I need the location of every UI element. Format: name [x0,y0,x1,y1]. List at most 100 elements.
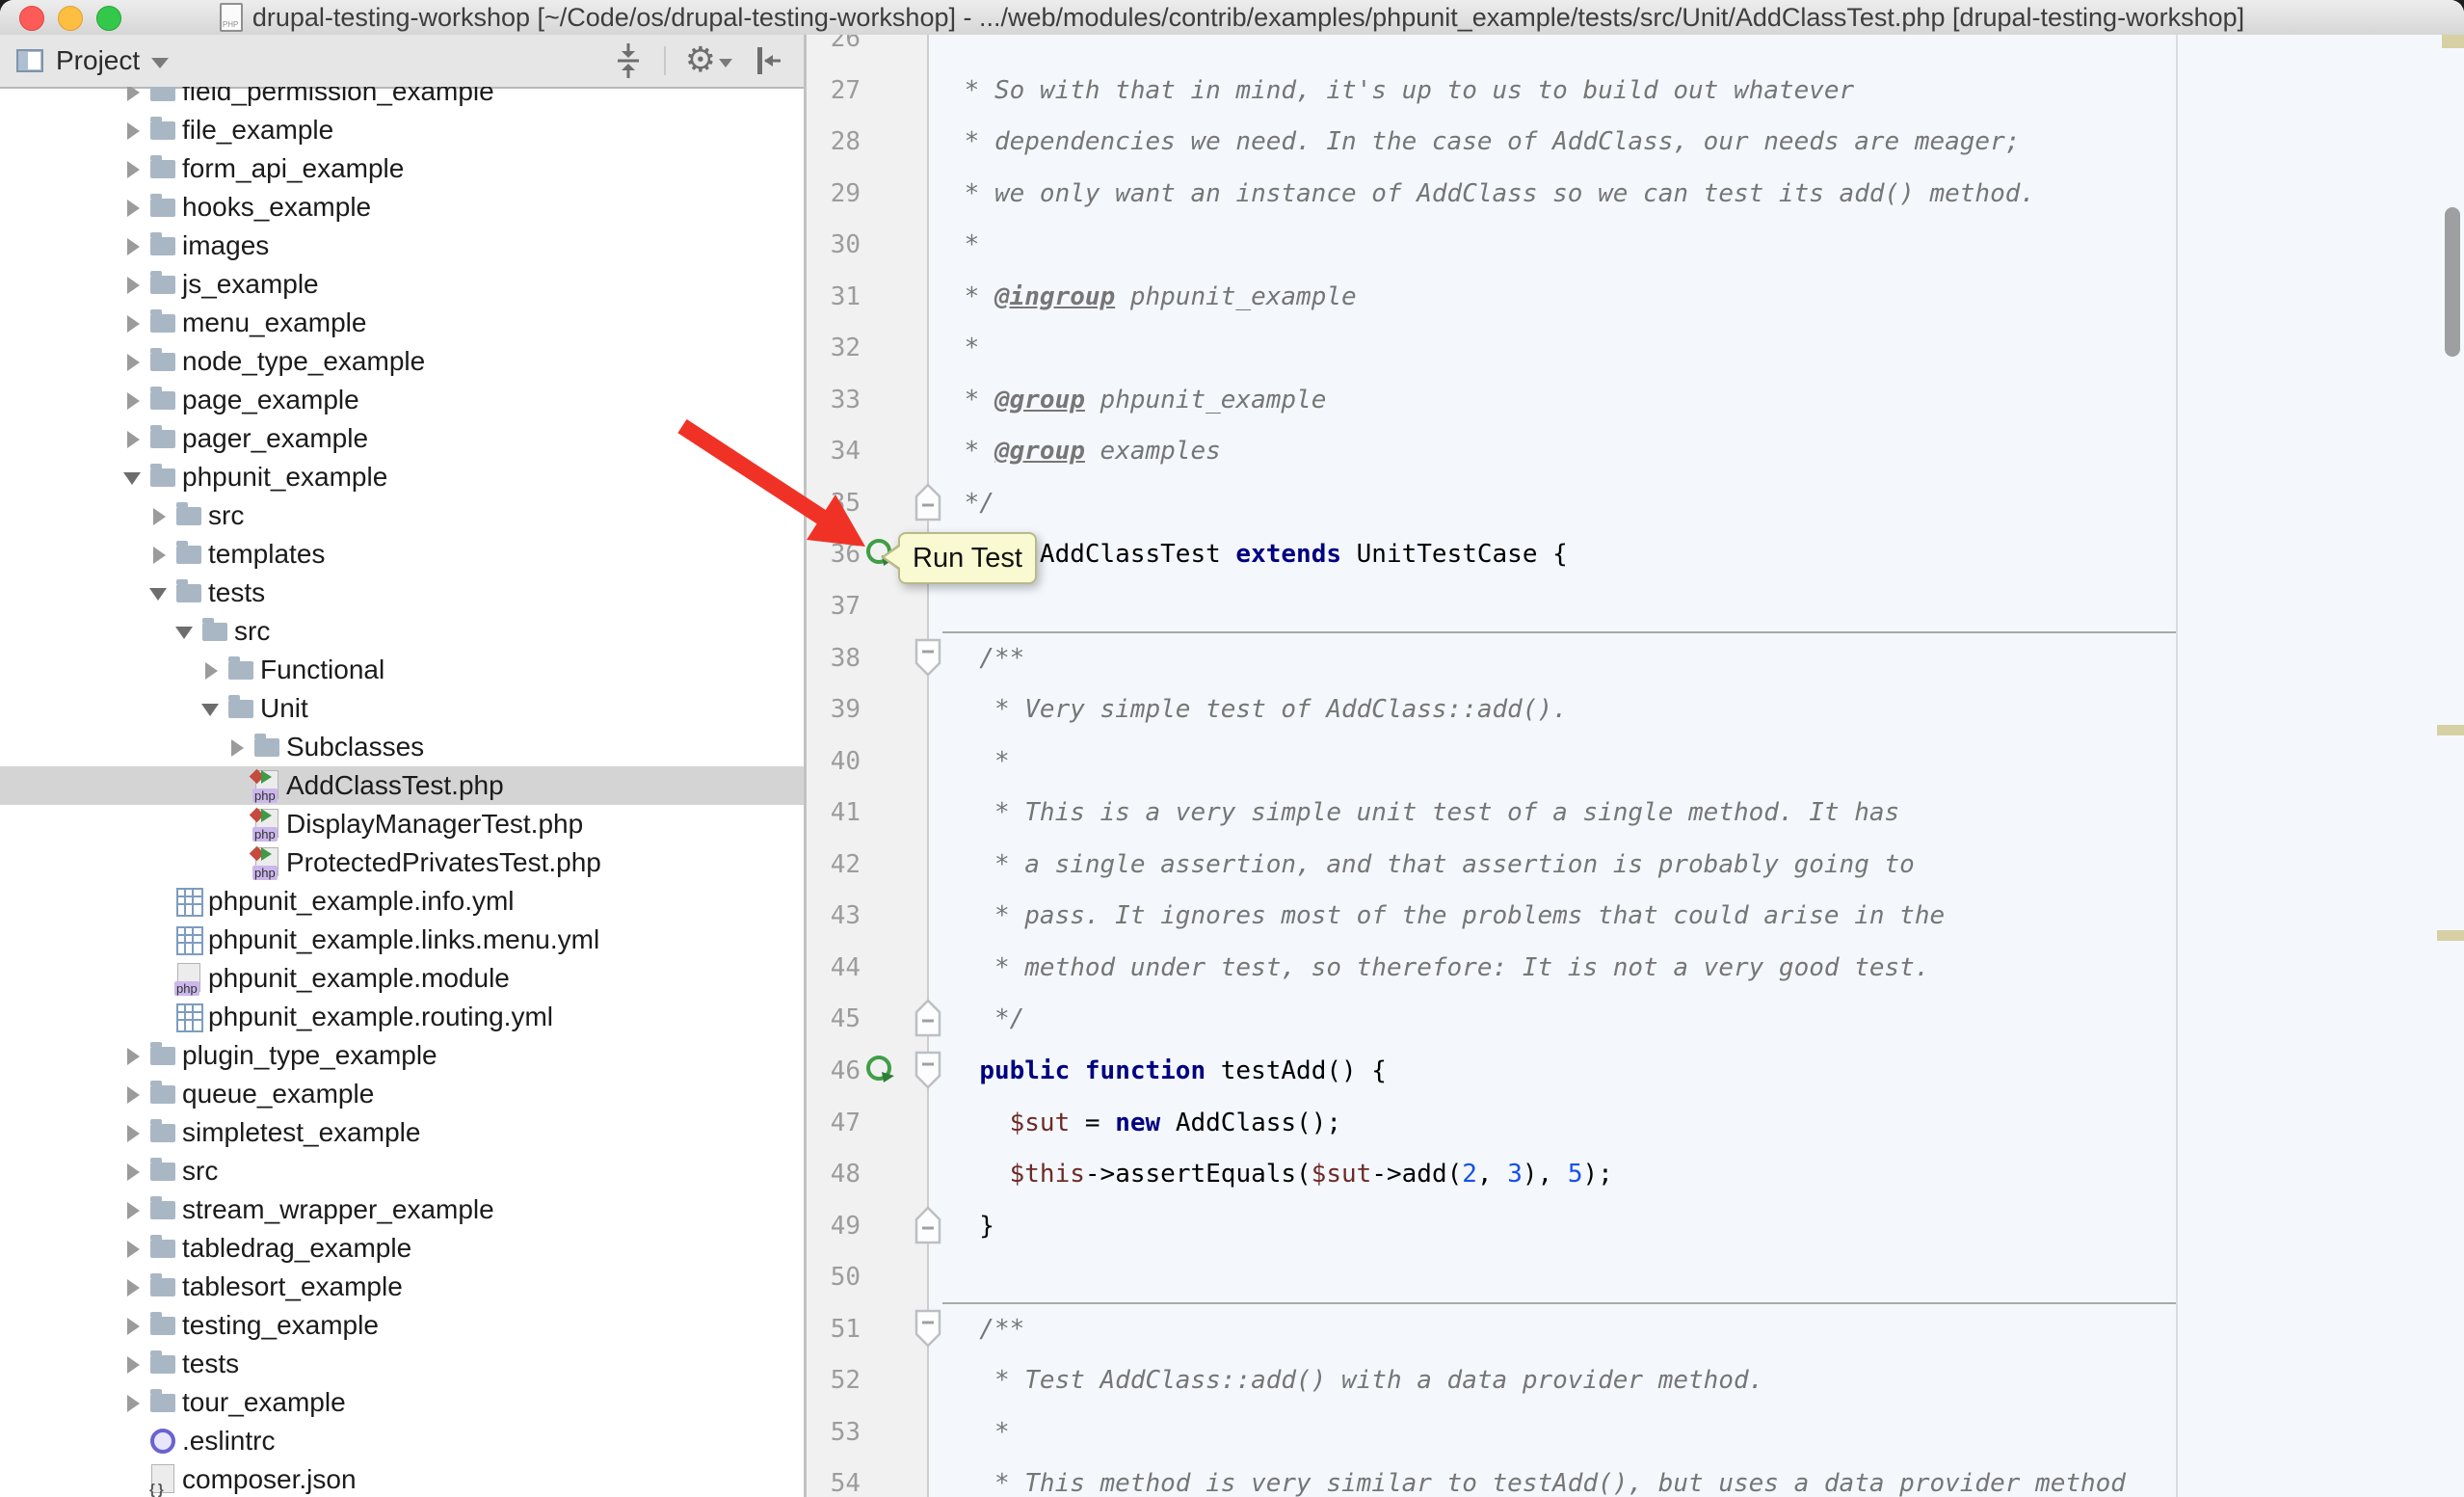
expand-arrow-icon[interactable] [127,1086,140,1104]
chevron-down-icon[interactable] [151,58,169,68]
tree-item-simpletest-example[interactable]: simpletest_example [0,1113,804,1152]
code-line-42[interactable]: * a single assertion, and that assertion… [949,839,1915,891]
expand-arrow-icon[interactable] [127,1356,140,1374]
expand-arrow-icon[interactable] [127,1125,140,1142]
expand-arrow-icon[interactable] [127,238,140,255]
error-stripe-mark[interactable] [2437,930,2464,941]
expand-arrow-icon[interactable] [127,1163,140,1181]
expand-arrow-icon[interactable] [127,431,140,448]
expand-arrow-icon[interactable] [127,277,140,294]
fold-end-icon[interactable] [913,1205,943,1243]
tree-item-src[interactable]: src [0,1152,804,1190]
tree-item-images[interactable]: images [0,227,804,265]
expand-arrow-icon[interactable] [127,1318,140,1335]
expand-arrow-icon[interactable] [127,1395,140,1412]
error-stripe-mark[interactable] [2442,35,2464,48]
expand-arrow-icon[interactable] [127,87,140,101]
run-test-tooltip[interactable]: Run Test [898,532,1037,584]
code-line-34[interactable]: * @group examples [949,425,1221,477]
tree-item-phpunit-example-routing-yml[interactable]: phpunit_example.routing.yml [0,998,804,1036]
code-line-33[interactable]: * @group phpunit_example [949,374,1326,426]
code-line-36[interactable]: AddClassTest extends UnitTestCase { [949,528,1568,580]
tree-item-testing-example[interactable]: testing_example [0,1306,804,1345]
code-line-40[interactable]: * [949,735,1010,788]
expand-arrow-icon[interactable] [153,508,166,525]
expand-arrow-icon[interactable] [231,739,244,757]
code-line-43[interactable]: * pass. It ignores most of the problems … [949,890,1945,942]
tree-item-plugin-type-example[interactable]: plugin_type_example [0,1036,804,1075]
code-line-35[interactable]: */ [949,477,994,529]
code-line-48[interactable]: $this->assertEquals($sut->add(2, 3), 5); [949,1148,1613,1200]
collapse-all-icon[interactable] [612,41,645,80]
tree-item-tour-example[interactable]: tour_example [0,1383,804,1422]
code-line-30[interactable]: * [949,219,979,271]
tree-item-addclasstest-php[interactable]: phpAddClassTest.php [0,766,804,805]
collapse-arrow-icon[interactable] [149,588,167,601]
hide-panel-icon[interactable] [752,43,786,78]
code-line-29[interactable]: * we only want an instance of AddClass s… [949,168,2035,220]
code-line-45[interactable]: */ [949,993,1024,1045]
tree-item-composer-json[interactable]: { }composer.json [0,1460,804,1497]
tree-item-tabledrag-example[interactable]: tabledrag_example [0,1229,804,1268]
tree-item-stream-wrapper-example[interactable]: stream_wrapper_example [0,1190,804,1229]
code-line-28[interactable]: * dependencies we need. In the case of A… [949,116,2020,168]
tree-item-file-example[interactable]: file_example [0,111,804,149]
expand-arrow-icon[interactable] [127,1202,140,1219]
collapse-arrow-icon[interactable] [175,627,193,639]
tree-item-tests[interactable]: tests [0,1345,804,1383]
code-line-32[interactable]: * [949,322,979,374]
error-stripe-mark[interactable] [2437,725,2464,735]
tree-item-tablesort-example[interactable]: tablesort_example [0,1268,804,1306]
tree-item-phpunit-example-info-yml[interactable]: phpunit_example.info.yml [0,882,804,921]
fold-start-icon[interactable] [913,637,943,676]
run-test-gutter-icon[interactable] [865,1055,896,1085]
expand-arrow-icon[interactable] [127,122,140,140]
tree-item-displaymanagertest-php[interactable]: phpDisplayManagerTest.php [0,805,804,843]
tree-item-src[interactable]: src [0,612,804,651]
expand-arrow-icon[interactable] [127,200,140,217]
tree-item--eslintrc[interactable]: .eslintrc [0,1422,804,1460]
code-line-53[interactable]: * [949,1406,1010,1458]
tree-item-protectedprivatestest-php[interactable]: phpProtectedPrivatesTest.php [0,843,804,882]
tree-item-menu-example[interactable]: menu_example [0,304,804,342]
tree-item-field-permission-example[interactable]: field_permission_example [0,87,804,111]
expand-arrow-icon[interactable] [127,354,140,371]
code-line-54[interactable]: * This method is very similar to testAdd… [949,1457,2126,1497]
code-line-31[interactable]: * @ingroup phpunit_example [949,271,1357,323]
tree-item-phpunit-example-links-menu-yml[interactable]: phpunit_example.links.menu.yml [0,921,804,959]
collapse-arrow-icon[interactable] [201,704,219,716]
code-line-52[interactable]: * Test AddClass::add() with a data provi… [949,1354,1763,1406]
fold-start-icon[interactable] [913,1308,943,1347]
code-line-38[interactable]: /** [949,632,1024,684]
expand-arrow-icon[interactable] [127,1048,140,1065]
code-line-44[interactable]: * method under test, so therefore: It is… [949,942,1929,994]
code-line-49[interactable]: } [949,1200,994,1252]
tree-item-form-api-example[interactable]: form_api_example [0,149,804,188]
expand-arrow-icon[interactable] [127,1279,140,1297]
code-line-27[interactable]: * So with that in mind, it's up to us to… [949,65,1854,117]
code-line-51[interactable]: /** [949,1303,1024,1355]
tree-item-functional[interactable]: Functional [0,651,804,689]
settings-gear-icon[interactable]: ⚙ [685,43,732,78]
editor-scrollbar-thumb[interactable] [2445,207,2460,357]
expand-arrow-icon[interactable] [127,392,140,410]
tree-item-subclasses[interactable]: Subclasses [0,728,804,766]
expand-arrow-icon[interactable] [205,662,218,680]
code-line-46[interactable]: public function testAdd() { [949,1045,1387,1097]
expand-arrow-icon[interactable] [153,547,166,564]
tree-item-js-example[interactable]: js_example [0,265,804,304]
code-line-39[interactable]: * Very simple test of AddClass::add(). [949,683,1568,735]
tree-item-queue-example[interactable]: queue_example [0,1075,804,1113]
tree-item-hooks-example[interactable]: hooks_example [0,188,804,227]
project-panel-title[interactable]: Project [56,45,140,76]
fold-start-icon[interactable] [913,1050,943,1088]
code-line-41[interactable]: * This is a very simple unit test of a s… [949,787,1899,839]
collapse-arrow-icon[interactable] [123,472,141,485]
tree-item-phpunit-example-module[interactable]: phpphpunit_example.module [0,959,804,998]
code-line-47[interactable]: $sut = new AddClass(); [949,1097,1341,1149]
tree-item-unit[interactable]: Unit [0,689,804,728]
expand-arrow-icon[interactable] [127,315,140,333]
code-editor[interactable]: * So with that in mind, it's up to us to… [929,35,2464,1497]
expand-arrow-icon[interactable] [127,1241,140,1258]
fold-end-icon[interactable] [913,482,943,521]
